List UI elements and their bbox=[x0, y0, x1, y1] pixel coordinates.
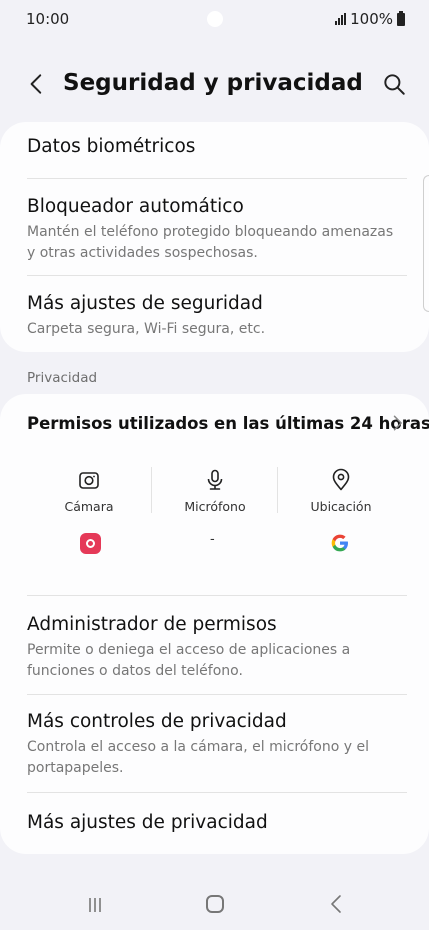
permission-label: Ubicación bbox=[310, 499, 372, 514]
menu-item-more-security-settings[interactable]: Más ajustes de seguridad Carpeta segura,… bbox=[27, 293, 402, 340]
status-time: 10:00 bbox=[26, 10, 70, 28]
menu-item-subtitle: Controla el acceso a la cámara, el micró… bbox=[27, 739, 369, 776]
permission-camera[interactable]: Cámara bbox=[26, 468, 152, 514]
microphone-icon bbox=[207, 469, 223, 490]
menu-item-title: Administrador de permisos bbox=[27, 614, 277, 635]
nav-back-icon[interactable] bbox=[328, 894, 344, 914]
menu-item-title: Bloqueador automático bbox=[27, 196, 244, 217]
section-label-privacy: Privacidad bbox=[27, 370, 98, 386]
menu-item-permission-manager[interactable]: Administrador de permisos Permite o deni… bbox=[27, 614, 402, 682]
camera-icon bbox=[79, 472, 99, 489]
menu-item-biometrics[interactable]: Datos biométricos bbox=[27, 136, 402, 157]
permission-location[interactable]: Ubicación bbox=[278, 468, 404, 514]
chevron-right-icon[interactable] bbox=[387, 413, 407, 433]
divider bbox=[27, 178, 407, 179]
menu-item-subtitle: Permite o deniega el acceso de aplicacio… bbox=[27, 642, 351, 679]
permission-microphone[interactable]: Micrófono bbox=[152, 468, 278, 514]
status-bar: 10:00 100% bbox=[0, 0, 429, 40]
location-icon bbox=[332, 468, 350, 491]
divider bbox=[27, 275, 407, 276]
menu-item-title: Más ajustes de privacidad bbox=[27, 812, 268, 833]
page-title: Seguridad y privacidad bbox=[63, 70, 363, 96]
menu-item-subtitle: Carpeta segura, Wi-Fi segura, etc. bbox=[27, 321, 266, 337]
camera-app-icon bbox=[80, 533, 101, 554]
menu-item-title: Más ajustes de seguridad bbox=[27, 293, 263, 314]
divider bbox=[27, 694, 407, 695]
back-arrow-icon[interactable] bbox=[24, 71, 50, 97]
divider bbox=[27, 595, 407, 596]
no-app-dash: - bbox=[210, 532, 215, 547]
menu-item-more-privacy-controls[interactable]: Más controles de privacidad Controla el … bbox=[27, 711, 402, 779]
status-right: 100% bbox=[335, 10, 405, 28]
battery-percent: 100% bbox=[350, 10, 393, 28]
battery-icon bbox=[397, 10, 405, 26]
permissions-last-24h-title[interactable]: Permisos utilizados en las últimas 24 ho… bbox=[27, 414, 429, 433]
divider bbox=[27, 792, 407, 793]
home-icon[interactable] bbox=[206, 895, 224, 913]
security-card: Datos biométricos Bloqueador automático … bbox=[0, 122, 429, 352]
menu-item-more-privacy-settings[interactable]: Más ajustes de privacidad bbox=[27, 812, 402, 833]
navigation-bar bbox=[0, 880, 429, 930]
permission-label: Micrófono bbox=[184, 499, 246, 514]
google-icon bbox=[331, 534, 348, 552]
app-bar: Seguridad y privacidad bbox=[0, 60, 429, 110]
front-camera-cutout bbox=[207, 11, 223, 27]
permission-label: Cámara bbox=[64, 499, 114, 514]
menu-item-auto-blocker[interactable]: Bloqueador automático Mantén el teléfono… bbox=[27, 196, 402, 264]
menu-item-title: Datos biométricos bbox=[27, 136, 196, 157]
recent-apps-icon[interactable] bbox=[86, 896, 104, 914]
menu-item-subtitle: Mantén el teléfono protegido bloqueando … bbox=[27, 224, 394, 261]
search-icon[interactable] bbox=[381, 71, 407, 97]
signal-icon bbox=[335, 13, 347, 25]
menu-item-title: Más controles de privacidad bbox=[27, 711, 287, 732]
scroll-indicator[interactable] bbox=[423, 175, 429, 312]
